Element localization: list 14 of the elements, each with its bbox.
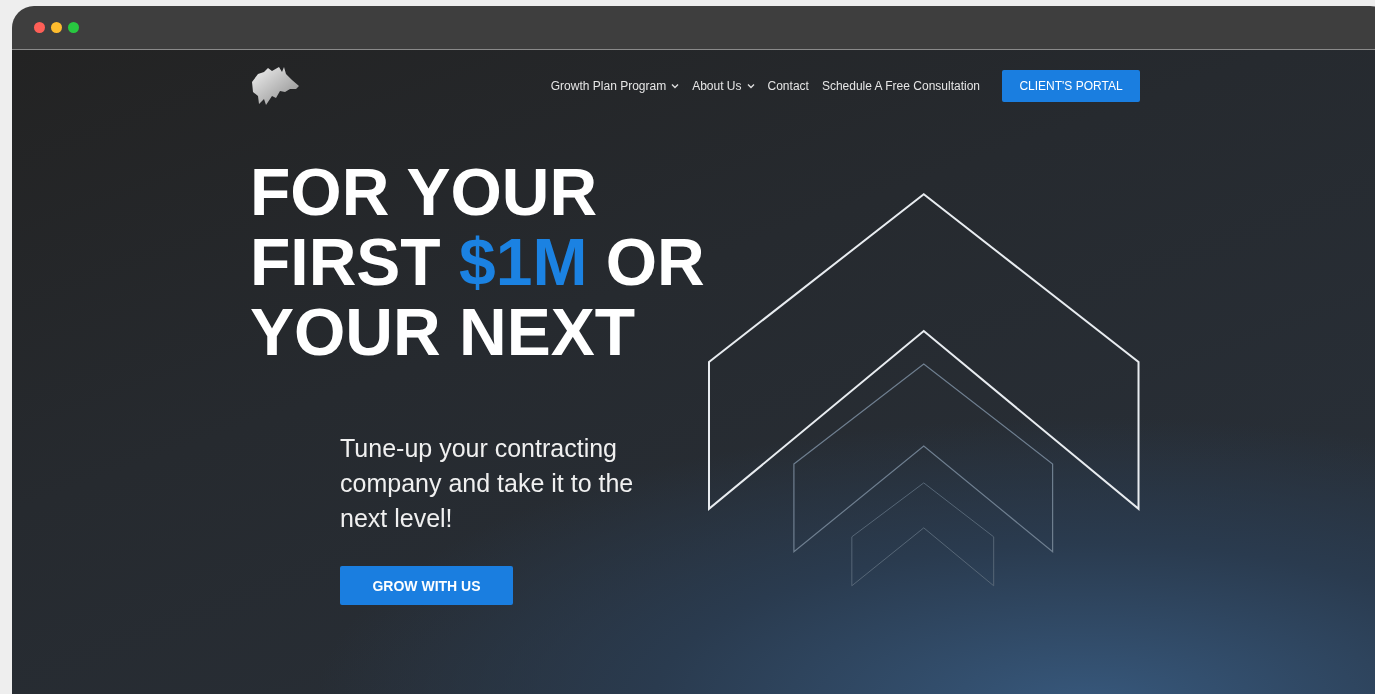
nav-link[interactable]: About Us bbox=[692, 79, 755, 93]
nav-link[interactable]: Growth Plan Program bbox=[550, 79, 680, 93]
nav-link[interactable]: Contact bbox=[767, 79, 809, 93]
hero-headline: FOR YOUR FIRST $1M OR YOUR NEXT bbox=[250, 157, 706, 367]
nav-link[interactable]: Schedule A Free Consultation bbox=[821, 79, 980, 93]
wolf-head-icon[interactable] bbox=[250, 66, 300, 106]
hero-subtitle: Tune-up your contracting company and take it to the next level! bbox=[340, 433, 635, 534]
clients-portal-button[interactable]: CLIENT'S PORTAL bbox=[1002, 70, 1140, 102]
minimize-icon[interactable] bbox=[51, 22, 62, 33]
close-icon[interactable] bbox=[34, 22, 45, 33]
maximize-icon[interactable] bbox=[68, 22, 79, 33]
chevron-down-icon bbox=[746, 83, 755, 89]
grow-with-us-button[interactable]: GROW WITH US bbox=[340, 566, 513, 605]
chevron-down-icon bbox=[671, 83, 680, 89]
